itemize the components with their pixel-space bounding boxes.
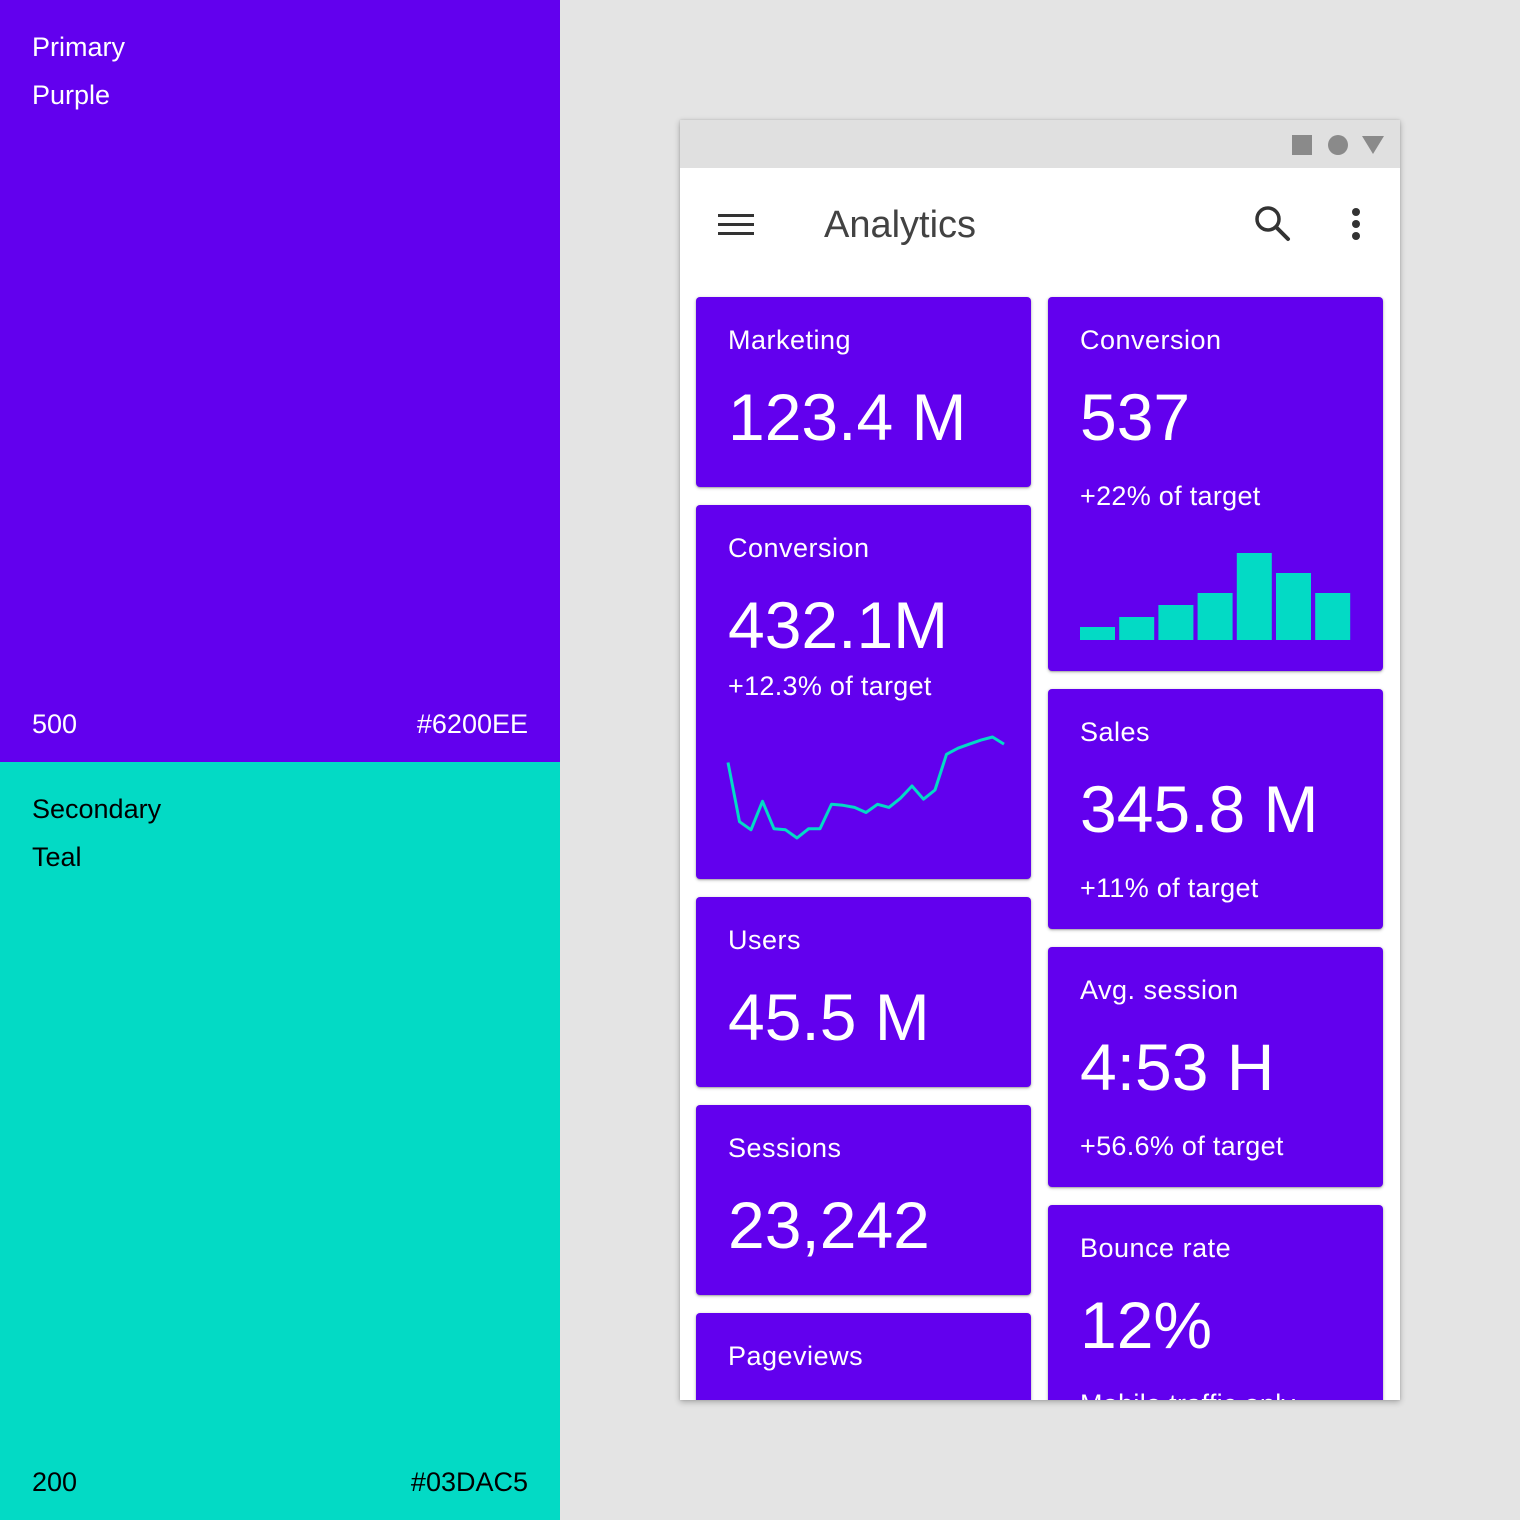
card-label: Sales [1080, 717, 1151, 747]
card-conversion-line[interactable]: Conversion 432.1M +12.3% of target [696, 505, 1031, 879]
card-value: 123.4 M [728, 380, 967, 454]
bar [1236, 553, 1272, 640]
status-bar [680, 120, 1400, 168]
bar [1315, 593, 1351, 640]
card-label: Users [728, 925, 802, 955]
more-vert-icon[interactable] [1332, 198, 1380, 250]
page-title: Analytics [824, 204, 977, 246]
card-value: 345.8 M [1080, 772, 1319, 846]
bar [1119, 617, 1155, 640]
card-label: Pageviews [728, 1341, 864, 1371]
primary-name-line1: Primary [32, 32, 125, 62]
card-label: Conversion [1080, 325, 1222, 355]
menu-icon-bar [718, 214, 754, 217]
phone-screen: Analytics Marketing 123.4 M Conversion 4… [680, 120, 1400, 1400]
card-sales[interactable]: Sales 345.8 M +11% of target [1048, 689, 1383, 929]
card-label: Avg. session [1080, 975, 1239, 1005]
card-pageviews[interactable]: Pageviews [696, 1313, 1031, 1400]
secondary-name-line1: Secondary [32, 794, 162, 824]
more-vert-dot [1352, 232, 1360, 240]
more-vert-dot [1352, 220, 1360, 228]
secondary-name-line2: Teal [32, 842, 82, 872]
line-series [726, 735, 1005, 840]
more-vert-dot [1352, 208, 1360, 216]
card-label: Marketing [728, 325, 852, 355]
card-label: Bounce rate [1080, 1233, 1232, 1263]
bar [1197, 593, 1233, 640]
card-conversion-bar[interactable]: Conversion 537 +22% of target [1048, 297, 1383, 671]
secondary-swatch: Secondary Teal 200 #03DAC5 [0, 762, 560, 1520]
primary-swatch: Primary Purple 500 #6200EE [0, 0, 560, 762]
secondary-hex: #03DAC5 [410, 1467, 528, 1497]
conversion-line-chart [726, 735, 1005, 840]
bar [1276, 573, 1311, 640]
card-subtext: +12.3% of target [728, 671, 932, 701]
app-bar: Analytics [680, 168, 1400, 284]
card-label: Conversion [728, 533, 870, 563]
card-label: Sessions [728, 1133, 842, 1163]
conversion-bar-chart [1080, 553, 1351, 640]
card-subtext: Mobile traffic only [1080, 1389, 1295, 1400]
menu-icon[interactable] [708, 198, 764, 254]
search-icon-glyph [1255, 206, 1290, 241]
primary-weight: 500 [32, 709, 78, 739]
bar [1080, 627, 1115, 640]
card-value: 45.5 M [728, 980, 930, 1054]
card-users[interactable]: Users 45.5 M [696, 897, 1031, 1087]
square-icon [1292, 135, 1312, 155]
card-value: 23,242 [728, 1188, 930, 1262]
menu-icon-bar [718, 232, 754, 235]
card-subtext: +22% of target [1080, 481, 1261, 511]
card-subtext: +11% of target [1080, 873, 1259, 903]
card-bounce-rate[interactable]: Bounce rate 12% Mobile traffic only [1048, 1205, 1383, 1400]
primary-name-line2: Purple [32, 80, 111, 110]
card-avg-session[interactable]: Avg. session 4:53 H +56.6% of target [1048, 947, 1383, 1187]
card-value: 4:53 H [1080, 1030, 1275, 1104]
card-value: 432.1M [728, 588, 949, 662]
card-value: 12% [1080, 1288, 1213, 1362]
primary-hex: #6200EE [416, 709, 528, 739]
triangle-icon [1362, 136, 1384, 154]
secondary-weight: 200 [32, 1467, 78, 1497]
circle-icon [1328, 135, 1348, 155]
search-icon[interactable] [1246, 198, 1298, 250]
bar [1158, 605, 1194, 640]
card-value: 537 [1080, 380, 1191, 454]
card-subtext: +56.6% of target [1080, 1131, 1284, 1161]
card-sessions[interactable]: Sessions 23,242 [696, 1105, 1031, 1295]
card-marketing[interactable]: Marketing 123.4 M [696, 297, 1031, 487]
menu-icon-bar [718, 223, 754, 226]
